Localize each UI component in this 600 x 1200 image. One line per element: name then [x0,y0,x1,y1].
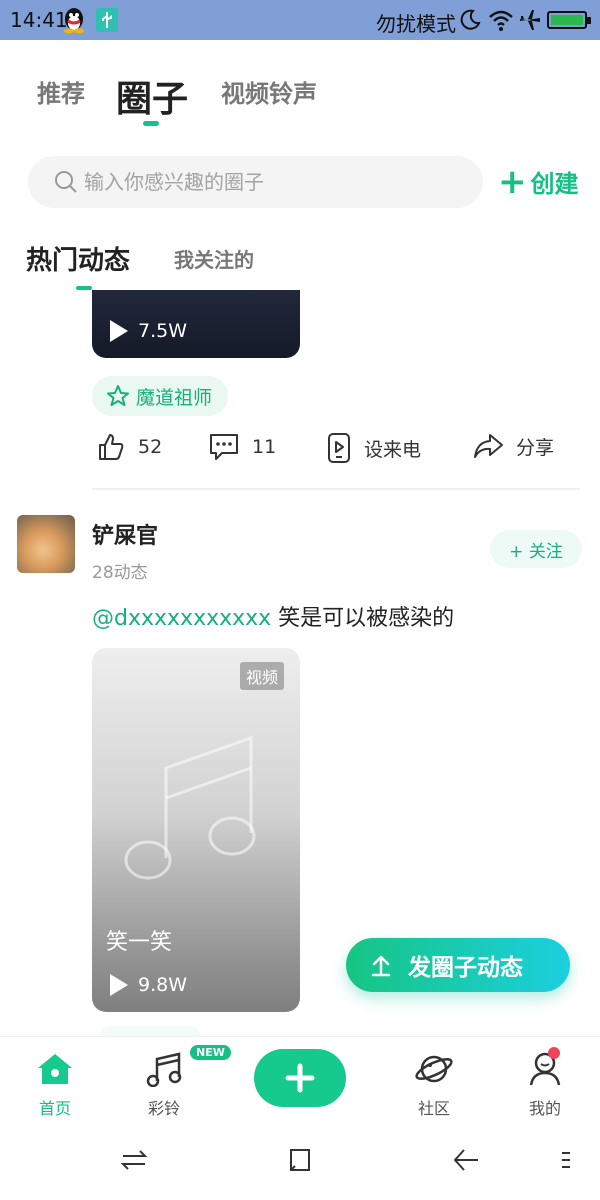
share-icon [474,434,503,458]
plus-icon [285,1063,315,1093]
moon-icon [460,9,481,30]
play-count: 7.5W [110,320,187,342]
video-title: 笑一笑 [106,930,173,955]
mention-link[interactable]: @dxxxxxxxxxxx [92,606,271,631]
avatar[interactable] [17,515,75,573]
more-menu-icon[interactable] [560,1146,572,1174]
qq-penguin-icon [64,8,84,34]
set-ringtone-button[interactable]: 设来电 [326,432,421,464]
search-icon [55,171,77,193]
tab-circles[interactable]: 圈子 [116,70,188,122]
tab-following[interactable]: 我关注的 [174,244,254,273]
wifi-icon [489,10,513,31]
status-time: 14:41 [10,8,68,32]
tab-recommend[interactable]: 推荐 [37,74,85,109]
circle-tag[interactable]: 魔道祖师 [92,376,229,416]
like-button[interactable]: 52 [96,432,162,462]
create-label: 创建 [530,170,579,198]
phone-video-icon [328,433,350,463]
nav-community[interactable]: 社区 [394,1051,474,1119]
music-note-icon [124,735,256,880]
bottom-nav: 首页 彩铃 NEW 社区 我的 [0,1036,600,1124]
back-icon[interactable] [452,1146,480,1174]
notification-dot [548,1047,560,1059]
nav-home[interactable]: 首页 [15,1051,95,1119]
switch-apps-icon[interactable] [120,1146,148,1174]
play-icon [110,974,128,996]
usb-icon [96,8,118,32]
system-nav-bar [0,1124,600,1200]
status-bar: 14:41 勿扰模式 [0,0,600,40]
comment-button[interactable]: 11 [208,432,276,462]
video-thumbnail[interactable]: 7.5W [92,290,300,358]
home-square-icon[interactable] [287,1146,313,1174]
post-body: 笑是可以被感染的 [271,606,455,631]
play-icon [110,320,128,342]
thumbs-up-icon [99,434,124,460]
circle-tag-partial [100,1026,200,1036]
dnd-mode-label: 勿扰模式 [376,12,456,36]
username[interactable]: 铲屎官 [92,518,158,550]
user-icon [529,1052,561,1086]
comment-icon [210,434,238,460]
follow-button[interactable]: + 关注 [490,530,582,568]
tab-hot-posts[interactable]: 热门动态 [26,240,130,277]
plus-icon: + [498,161,527,202]
battery-icon [547,11,591,29]
post-count: 28动态 [92,563,148,583]
planet-icon [415,1055,453,1083]
nav-ringtone[interactable]: 彩铃 [124,1051,204,1119]
create-circle-button[interactable]: + 创建 [498,164,579,199]
publish-post-button[interactable]: 发圈子动态 [346,938,570,992]
home-icon [38,1054,72,1084]
airplane-icon [520,10,540,30]
video-thumbnail[interactable]: 视频 笑一笑 9.8W [92,648,300,1012]
play-count: 9.8W [110,974,187,996]
search-bar[interactable] [28,156,483,208]
add-button[interactable] [254,1049,346,1107]
new-badge: NEW [190,1045,231,1060]
share-button[interactable]: 分享 [472,432,554,460]
nav-me[interactable]: 我的 [505,1051,585,1119]
feed-list[interactable]: 7.5W 魔道祖师 52 11 设来电 分享 铲屎官 28动态 + 关注 @dx… [0,290,600,1036]
video-badge: 视频 [239,662,284,690]
star-icon [107,385,129,406]
divider [92,488,580,490]
active-tab-indicator [143,121,159,126]
post-actions: 52 11 设来电 分享 [0,432,600,472]
post-text: @dxxxxxxxxxxx 笑是可以被感染的 [92,600,454,632]
search-input[interactable] [84,156,464,208]
music-note-icon [146,1052,182,1088]
tab-video-ringtones[interactable]: 视频铃声 [221,74,317,109]
upload-arrow-icon [371,955,391,977]
